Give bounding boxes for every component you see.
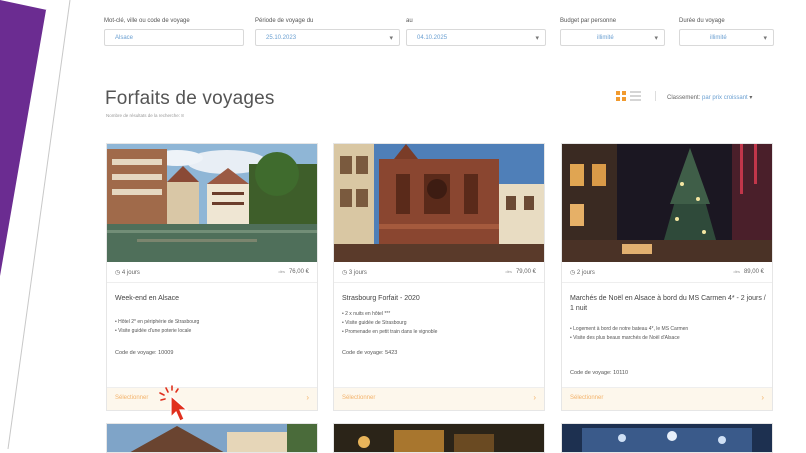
date-from-select[interactable]: 25.10.2023 ▾ [255, 29, 400, 46]
price-value: 89,00 € [743, 269, 764, 275]
click-cursor-icon [159, 385, 189, 422]
card-title[interactable]: Marchés de Noël en Alsace à bord du MS C… [570, 294, 766, 314]
card-photo-christmas-market [562, 144, 772, 262]
price-value: 79,00 € [515, 269, 536, 275]
feature-item: Logement à bord de notre bateau 4*, le M… [570, 325, 766, 334]
card-photo-petite-france [107, 144, 317, 262]
feature-item: Hôtel 2* en périphérie de Strasbourg [115, 318, 311, 327]
chevron-right-icon[interactable]: › [306, 393, 309, 402]
duration: ◷ 2 jours [570, 269, 595, 276]
chevron-down-icon: ▾ [535, 35, 539, 42]
date-to-filter: au 04.10.2025 ▾ [406, 18, 546, 46]
divider [562, 282, 772, 283]
chevron-right-icon[interactable]: › [761, 393, 764, 402]
price: dès 89,00 € [734, 269, 764, 275]
card-footer[interactable]: Sélectionner › [334, 387, 544, 410]
sort-control[interactable]: Classement: par prix croissant ▾ [667, 94, 752, 101]
results-count: Nombre de résultats de la recherche: 8 [106, 113, 184, 118]
feature-list: Logement à bord de notre bateau 4*, le M… [570, 325, 766, 343]
clock-icon: ◷ [115, 270, 121, 276]
duration-text: 3 jours [348, 270, 367, 276]
list-view-icon[interactable] [630, 91, 641, 101]
trip-code: Code de voyage: 10009 [115, 350, 174, 356]
card-meta: ◷ 4 jours dès 76,00 € [115, 269, 309, 279]
keyword-label: Mot-clé, ville ou code de voyage [104, 18, 190, 24]
divider [334, 282, 544, 283]
price-prefix: dès [505, 269, 512, 274]
sort-value: par prix croissant [702, 95, 748, 101]
feature-item: 2 x nuits en hôtel *** [342, 310, 538, 319]
duration: ◷ 3 jours [342, 269, 367, 276]
price-value: 76,00 € [288, 269, 309, 275]
trip-code: Code de voyage: 5423 [342, 350, 398, 356]
travel-card[interactable]: ◷ 4 jours dès 76,00 € Week-end en Alsace … [106, 143, 318, 411]
card-meta: ◷ 3 jours dès 79,00 € [342, 269, 536, 279]
feature-list: 2 x nuits en hôtel *** Visite guidée de … [342, 310, 538, 337]
date-from-filter: Période de voyage du 25.10.2023 ▾ [255, 18, 400, 46]
card-footer[interactable]: Sélectionner › [107, 387, 317, 410]
duration-text: 2 jours [576, 270, 595, 276]
chevron-right-icon[interactable]: › [533, 393, 536, 402]
budget-filter: Budget par personne illimité ▾ [560, 18, 665, 46]
divider [107, 282, 317, 283]
date-to-label: au [406, 18, 413, 24]
card-meta: ◷ 2 jours dès 89,00 € [570, 269, 764, 279]
price-prefix: dès [733, 269, 740, 274]
feature-item: Visite guidée d'une poterie locale [115, 327, 311, 336]
duration: ◷ 4 jours [115, 269, 140, 276]
date-from-value: 25.10.2023 [266, 35, 297, 41]
card-title[interactable]: Week-end en Alsace [115, 294, 311, 304]
travel-card[interactable]: ◷ 3 jours dès 79,00 € Strasbourg Forfait … [333, 143, 545, 411]
chevron-down-icon: ▾ [389, 35, 393, 42]
divider [655, 91, 656, 101]
search-filter-bar: Mot-clé, ville ou code de voyage Alsace … [104, 18, 806, 52]
clock-icon: ◷ [342, 270, 348, 276]
clock-icon: ◷ [570, 270, 576, 276]
duration-label: Durée du voyage [679, 18, 725, 24]
date-to-value: 04.10.2025 [417, 35, 448, 41]
select-button[interactable]: Sélectionner [570, 395, 603, 401]
select-button[interactable]: Sélectionner [115, 395, 148, 401]
date-from-label: Période de voyage du [255, 18, 314, 24]
grid-view-icon[interactable] [616, 91, 626, 101]
duration-text: 4 jours [121, 270, 140, 276]
chevron-down-icon: ▾ [749, 95, 753, 101]
sort-label: Classement: [667, 95, 701, 101]
duration-value: illimité [710, 35, 727, 41]
duration-filter: Durée du voyage illimité ▾ [679, 18, 774, 46]
keyword-filter: Mot-clé, ville ou code de voyage Alsace [104, 18, 244, 46]
keyword-input[interactable]: Alsace [104, 29, 244, 46]
trip-code: Code de voyage: 10110 [570, 370, 628, 376]
feature-item: Promenade en petit train dans le vignobl… [342, 328, 538, 337]
price: dès 76,00 € [279, 269, 309, 275]
card-photo-strasbourg-cathedral [334, 144, 544, 262]
card-title[interactable]: Strasbourg Forfait - 2020 [342, 294, 538, 304]
budget-label: Budget par personne [560, 18, 617, 24]
page-title: Forfaits de voyages [105, 88, 275, 109]
price-prefix: dès [278, 269, 285, 274]
duration-select[interactable]: illimité ▾ [679, 29, 774, 46]
feature-item: Visite des plus beaux marchés de Noël d'… [570, 334, 766, 343]
price: dès 79,00 € [506, 269, 536, 275]
travel-search-page: Mot-clé, ville ou code de voyage Alsace … [0, 0, 806, 453]
card-footer[interactable]: Sélectionner › [562, 387, 772, 410]
budget-select[interactable]: illimité ▾ [560, 29, 665, 46]
budget-value: illimité [597, 35, 614, 41]
select-button[interactable]: Sélectionner [342, 395, 375, 401]
feature-list: Hôtel 2* en périphérie de Strasbourg Vis… [115, 318, 311, 336]
chevron-down-icon: ▾ [654, 35, 658, 42]
travel-card[interactable]: ◷ 2 jours dès 89,00 € Marchés de Noël en … [561, 143, 773, 411]
date-to-select[interactable]: 04.10.2025 ▾ [406, 29, 546, 46]
feature-item: Visite guidée de Strasbourg [342, 319, 538, 328]
chevron-down-icon: ▾ [763, 35, 767, 42]
